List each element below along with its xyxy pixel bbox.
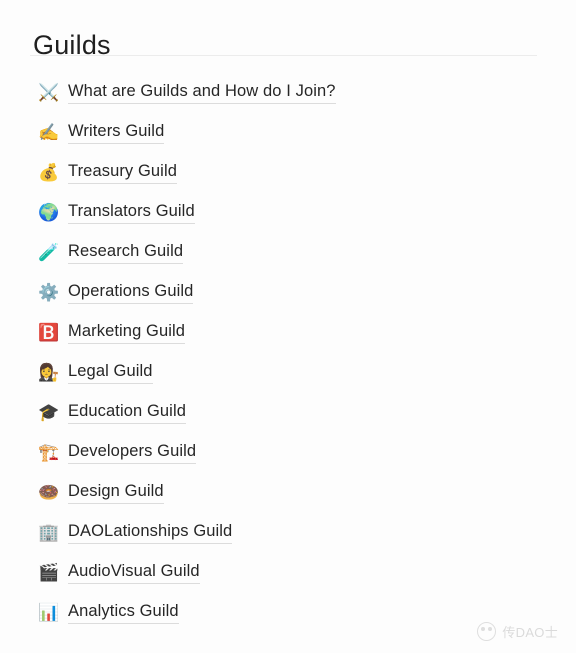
list-item[interactable]: 🅱️ Marketing Guild xyxy=(0,312,576,352)
guild-link[interactable]: AudioVisual Guild xyxy=(68,561,200,584)
watermark: 传DAO士 xyxy=(477,622,558,641)
guild-link[interactable]: Writers Guild xyxy=(68,121,165,144)
watermark-logo-icon xyxy=(477,622,497,641)
guild-link[interactable]: Design Guild xyxy=(68,481,164,504)
bar-chart-icon: 📊 xyxy=(38,602,60,622)
watermark-text: 传DAO士 xyxy=(502,625,558,640)
list-item[interactable]: 🧪 Research Guild xyxy=(0,232,576,272)
list-item[interactable]: ⚔️ What are Guilds and How do I Join? xyxy=(0,72,576,112)
list-item[interactable]: 🎓 Education Guild xyxy=(0,392,576,432)
list-item[interactable]: 🎬 AudioVisual Guild xyxy=(0,552,576,592)
guild-link[interactable]: Analytics Guild xyxy=(68,601,179,624)
donut-icon: 🍩 xyxy=(38,482,60,502)
guild-link[interactable]: Education Guild xyxy=(68,401,186,424)
list-item[interactable]: 🏢 DAOLationships Guild xyxy=(0,512,576,552)
guild-list: ⚔️ What are Guilds and How do I Join? ✍️ Wr… xyxy=(0,72,576,632)
guilds-page: Guilds ⚔️ What are Guilds and How do I Jo… xyxy=(0,0,576,653)
guild-link[interactable]: Marketing Guild xyxy=(68,321,186,344)
list-item[interactable]: 🏗️ Developers Guild xyxy=(0,432,576,472)
test-tube-icon: 🧪 xyxy=(38,242,60,262)
list-item[interactable]: ⚙️ Operations Guild xyxy=(0,272,576,312)
list-item[interactable]: ✍️ Writers Guild xyxy=(0,112,576,152)
graduation-cap-icon: 🎓 xyxy=(38,402,60,422)
construction-crane-icon: 🏗️ xyxy=(38,442,60,462)
clapper-board-icon: 🎬 xyxy=(38,562,60,582)
list-item[interactable]: 💰 Treasury Guild xyxy=(0,152,576,192)
guild-link[interactable]: Operations Guild xyxy=(68,281,194,304)
page-title: Guilds xyxy=(33,30,111,61)
list-item[interactable]: 🌍 Translators Guild xyxy=(0,192,576,232)
cityscape-icon: 🏢 xyxy=(38,522,60,542)
globe-icon: 🌍 xyxy=(38,202,60,222)
guild-link[interactable]: Treasury Guild xyxy=(68,161,177,184)
money-bag-icon: 💰 xyxy=(38,162,60,182)
list-item[interactable]: 👩‍⚖️ Legal Guild xyxy=(0,352,576,392)
gear-icon: ⚙️ xyxy=(38,282,60,302)
writing-hand-icon: ✍️ xyxy=(38,122,60,142)
guild-link[interactable]: Legal Guild xyxy=(68,361,153,384)
guild-link[interactable]: DAOLationships Guild xyxy=(68,521,233,544)
guild-link[interactable]: Developers Guild xyxy=(68,441,197,464)
guild-link[interactable]: Translators Guild xyxy=(68,201,195,224)
judge-icon: 👩‍⚖️ xyxy=(38,362,60,382)
list-item[interactable]: 🍩 Design Guild xyxy=(0,472,576,512)
brand-badge-icon: 🅱️ xyxy=(38,322,60,342)
title-divider xyxy=(30,55,537,56)
crossed-swords-icon: ⚔️ xyxy=(38,82,60,102)
guild-link[interactable]: What are Guilds and How do I Join? xyxy=(68,81,336,104)
guild-link[interactable]: Research Guild xyxy=(68,241,184,264)
